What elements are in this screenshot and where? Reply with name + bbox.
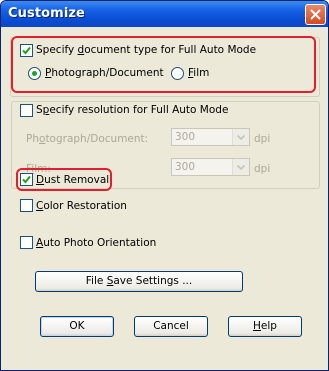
close-button[interactable] bbox=[305, 4, 326, 25]
title-bar[interactable]: Customize bbox=[1, 1, 328, 27]
color-restoration-label[interactable]: Color Restoration bbox=[36, 200, 127, 212]
color-restoration-checkbox[interactable] bbox=[20, 199, 33, 212]
film-resolution-select[interactable]: 300 bbox=[171, 158, 250, 176]
auto-orientation-label[interactable]: Auto Photo Orientation bbox=[36, 237, 156, 249]
doc-type-label[interactable]: Specify document type for Full Auto Mode bbox=[36, 44, 256, 56]
file-save-settings-button[interactable]: File Save Settings ... bbox=[35, 271, 243, 292]
checkmark-icon bbox=[22, 175, 31, 184]
resolution-label[interactable]: Specify resolution for Full Auto Mode bbox=[36, 104, 228, 116]
dust-removal-checkbox[interactable] bbox=[20, 173, 33, 186]
auto-orientation-checkbox[interactable] bbox=[20, 236, 33, 249]
photograph-radio[interactable] bbox=[28, 67, 41, 80]
film-dpi-unit: dpi bbox=[254, 163, 271, 175]
film-radio[interactable] bbox=[171, 67, 184, 80]
resolution-checkbox[interactable] bbox=[20, 104, 33, 117]
photograph-radio-label[interactable]: Photograph/Document bbox=[45, 67, 164, 79]
chevron-down-icon bbox=[232, 129, 249, 145]
photo-resolution-label: Photograph/Document: bbox=[26, 133, 149, 145]
radio-selected-dot bbox=[32, 71, 37, 76]
cancel-button[interactable]: Cancel bbox=[134, 316, 208, 337]
photo-resolution-select[interactable]: 300 bbox=[171, 128, 250, 146]
chevron-down-icon bbox=[232, 159, 249, 175]
customize-dialog: Customize Specify document type for Full… bbox=[0, 0, 329, 371]
ok-button[interactable]: OK bbox=[40, 316, 114, 337]
dust-removal-label[interactable]: Dust Removal bbox=[36, 174, 109, 186]
photo-dpi-unit: dpi bbox=[254, 133, 271, 145]
window-title: Customize bbox=[8, 6, 85, 21]
close-icon bbox=[310, 9, 321, 20]
checkmark-icon bbox=[22, 46, 31, 55]
help-button[interactable]: Help bbox=[228, 316, 302, 337]
film-radio-label[interactable]: Film bbox=[188, 67, 209, 79]
doc-type-checkbox[interactable] bbox=[20, 44, 33, 57]
